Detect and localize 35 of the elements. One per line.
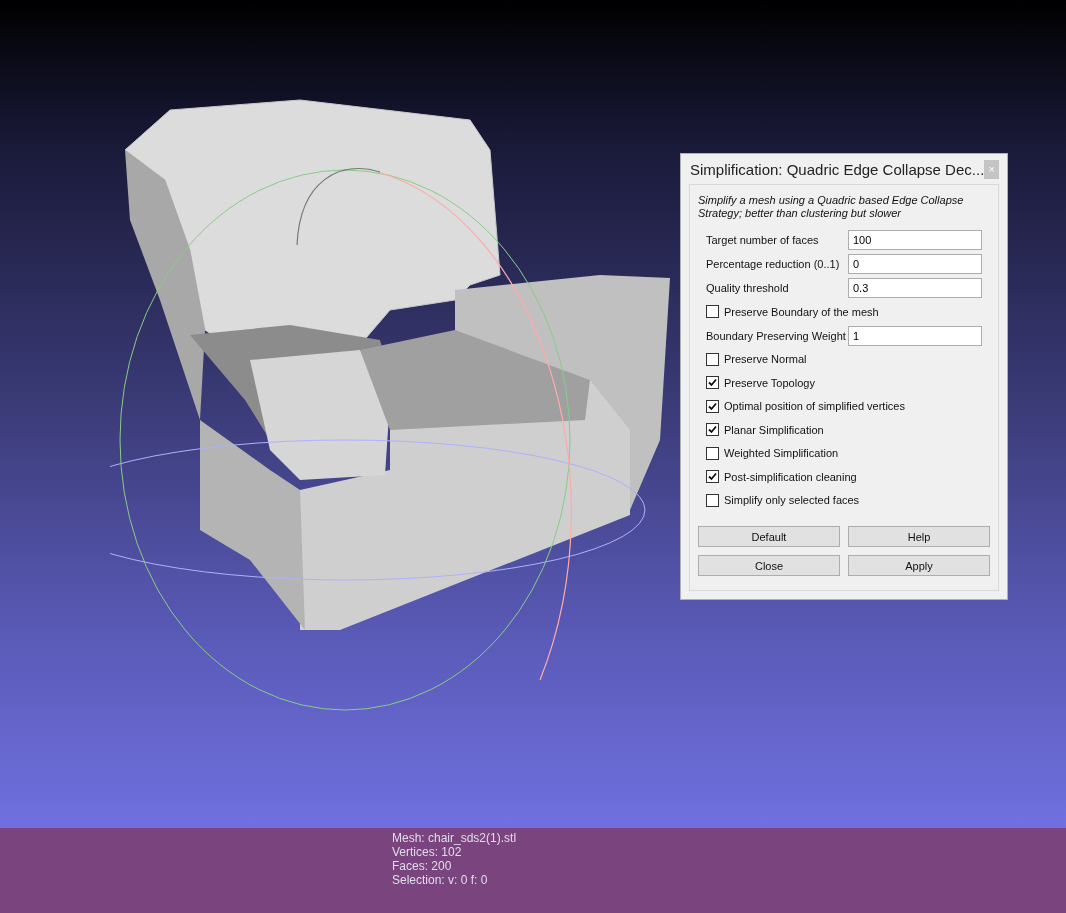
checkbox[interactable]: [706, 446, 719, 460]
checkbox[interactable]: [706, 423, 719, 437]
dialog-button[interactable]: Close: [698, 555, 840, 576]
checkbox-label: Planar Simplification: [724, 423, 824, 436]
mesh-info-line: Vertices: 102: [392, 845, 463, 859]
checkbox[interactable]: [706, 399, 719, 413]
checkbox-label: Preserve Boundary of the mesh: [724, 305, 879, 318]
input-field[interactable]: 0: [848, 254, 982, 274]
input-field[interactable]: 1: [848, 325, 982, 346]
dialog-title: Simplification: Quadric Edge Collapse Dec...: [690, 160, 985, 178]
dialog-button[interactable]: Default: [698, 526, 840, 547]
checkbox[interactable]: [706, 470, 719, 484]
filter-description: Simplify a mesh using a Quadric based Edge Collapse Strategy; better than clustering but slower: [698, 194, 965, 220]
parameter-label: Boundary Preserving Weight: [706, 329, 847, 342]
dialog-button[interactable]: Help: [848, 526, 990, 547]
checkbox-label: Optimal position of simplified vertices: [724, 400, 905, 413]
checkbox[interactable]: [706, 376, 719, 390]
3d-viewport[interactable]: [0, 0, 1066, 828]
checkbox[interactable]: [706, 305, 719, 319]
checkbox-label: Post-simplification cleaning: [724, 470, 857, 483]
checkbox[interactable]: [706, 493, 719, 507]
parameter-label: Percentage reduction (0..1): [706, 258, 841, 270]
dialog-button[interactable]: Apply: [848, 555, 990, 576]
checkbox-label: Preserve Normal: [724, 353, 807, 366]
checkbox-label: Simplify only selected faces: [724, 494, 860, 507]
parameter-label: Quality threshold: [706, 282, 790, 294]
checkbox[interactable]: [706, 352, 719, 366]
parameter-label: Target number of faces: [706, 234, 820, 246]
mesh-info-line: Mesh: chair_sds2(1).stl: [392, 831, 518, 845]
mesh-info-line: Faces: 200: [392, 859, 453, 873]
mesh-info-line: Selection: v: 0 f: 0: [392, 873, 489, 887]
input-field[interactable]: 0.3: [848, 278, 982, 298]
checkbox-label: Weighted Simplification: [724, 447, 839, 460]
input-field[interactable]: 100: [848, 230, 982, 250]
checkbox-label: Preserve Topology: [724, 376, 815, 389]
